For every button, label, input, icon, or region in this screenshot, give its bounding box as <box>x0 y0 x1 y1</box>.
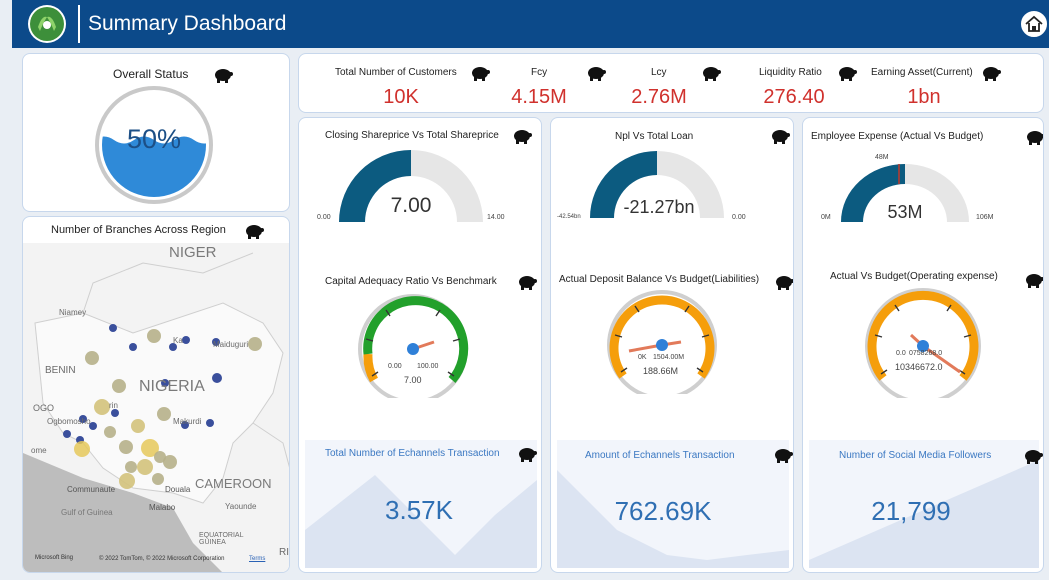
dial-min-deposit: 0K <box>638 354 647 361</box>
map-title: Number of Branches Across Region <box>51 224 226 236</box>
kpi-value-customers: 10K <box>383 86 419 108</box>
gauge-max-shareprice: 14.00 <box>487 214 505 221</box>
kpi-label-fcy: Fcy <box>531 67 548 78</box>
piggy-bank-icon[interactable] <box>701 65 721 81</box>
map-label-nigeria: NIGERIA <box>139 378 205 395</box>
map-label-benin: BENIN <box>45 365 76 376</box>
dial-value-deposit: 188.66M <box>643 366 679 376</box>
dial-title-car: Capital Adequacy Ratio Vs Benchmark <box>325 276 497 287</box>
piggy-bank-icon[interactable] <box>470 65 490 81</box>
branches-map-panel: Number of Branches Across Region NIGER N… <box>22 216 290 573</box>
map-attribution: © 2022 TomTom, © 2022 Microsoft Corporat… <box>99 556 225 562</box>
kpi-label-liquidity: Liquidity Ratio <box>759 67 822 78</box>
gauge-value-npl: -21.27bn <box>623 197 695 217</box>
gauge-min-employee-expense: 0M <box>821 214 831 221</box>
gauge-max-npl: 0.00 <box>732 214 746 221</box>
region-map[interactable] <box>23 243 290 573</box>
piggy-bank-icon[interactable] <box>1025 129 1044 145</box>
dial-gauge-deposit <box>607 290 717 394</box>
piggy-bank-icon[interactable] <box>244 223 264 239</box>
piggy-bank-icon[interactable] <box>517 274 537 290</box>
kpi-value-lcy: 2.76M <box>631 86 687 108</box>
piggy-bank-icon[interactable] <box>1023 448 1043 464</box>
dial-max-car: 100.00 <box>417 363 439 370</box>
map-label-ri: RI <box>279 547 289 558</box>
map-label-communaute: Communaute <box>67 485 116 494</box>
piggy-bank-icon[interactable] <box>981 65 1001 81</box>
bank-logo-icon <box>28 5 66 43</box>
dial-title-opex: Actual Vs Budget(Operating expense) <box>830 271 998 282</box>
dial-max-opex: 0758268.0 <box>909 350 943 357</box>
tile-value-echannels-count: 3.57K <box>385 495 453 525</box>
piggy-bank-icon[interactable] <box>512 128 532 144</box>
map-label-maiduguri: Maiduguri <box>213 340 249 349</box>
dial-title-deposit: Actual Deposit Balance Vs Budget(Liabili… <box>559 274 760 285</box>
piggy-bank-icon[interactable] <box>774 274 794 290</box>
kpi-label-customers: Total Number of Customers <box>335 67 457 78</box>
home-icon[interactable] <box>1019 9 1049 39</box>
overall-status-panel: Overall Status 50% <box>22 53 290 212</box>
kpi-label-earning-asset: Earning Asset(Current) <box>871 67 973 78</box>
map-label-gulf: Gulf of Guinea <box>61 508 113 517</box>
piggy-bank-icon[interactable] <box>773 447 793 463</box>
page-title: Summary Dashboard <box>88 12 287 35</box>
gauge-target-employee-expense: 48M <box>875 154 889 161</box>
metrics-column-1: Closing Shareprice Vs Total Shareprice 7… <box>298 117 542 573</box>
gauge-max-employee-expense: 106M <box>976 214 994 221</box>
header-bar: Summary Dashboard <box>12 0 1049 48</box>
dial-value-opex: 10346672.0 <box>895 362 943 372</box>
map-label-niamey: Niamey <box>59 308 87 317</box>
overall-status-title: Overall Status <box>113 67 189 81</box>
dial-min-car: 0.00 <box>388 363 402 370</box>
map-label-rin: rin <box>109 401 118 410</box>
piggy-bank-icon[interactable] <box>517 446 537 462</box>
gauge-value-shareprice: 7.00 <box>390 194 432 217</box>
tile-value-social-followers: 21,799 <box>871 496 951 526</box>
piggy-bank-icon[interactable] <box>586 65 606 81</box>
map-label-ogbomosho: Ogbomosho <box>47 417 91 426</box>
dial-min-opex: 0.0 <box>896 350 906 357</box>
gauge-title-employee-expense: Employee Expense (Actual Vs Budget) <box>811 131 984 142</box>
gauge-title-npl: Npl Vs Total Loan <box>615 131 694 142</box>
gauge-min-npl: -42.54bn <box>557 214 581 220</box>
piggy-bank-icon[interactable] <box>1024 272 1044 288</box>
gauge-value-employee-expense: 53M <box>887 202 923 222</box>
kpi-value-earning-asset: 1bn <box>907 86 941 108</box>
map-label-togo: OGO <box>33 403 55 413</box>
dial-value-car: 7.00 <box>404 375 422 385</box>
map-label-niger: NIGER <box>169 244 217 261</box>
piggy-bank-icon[interactable] <box>837 65 857 81</box>
bing-logo: Microsoft Bing <box>35 555 74 561</box>
map-terms-link[interactable]: Terms <box>249 556 265 562</box>
map-label-eq-guinea: EQUATORIAL GUINEA <box>199 532 244 546</box>
metrics-column-2: Npl Vs Total Loan -21.27bn -42.54bn 0.00… <box>550 117 794 573</box>
metrics-column-3: Employee Expense (Actual Vs Budget) 48M … <box>802 117 1044 573</box>
kpi-strip: Total Number of Customers 10K Fcy 4.15M … <box>298 53 1044 113</box>
kpi-value-liquidity: 276.40 <box>763 86 825 108</box>
piggy-bank-icon[interactable] <box>770 128 790 144</box>
map-label-cameroon: CAMEROON <box>195 476 272 491</box>
map-label-malabo: Malabo <box>149 503 176 512</box>
tile-title-echannels-count: Total Number of Echannels Transaction <box>325 448 500 459</box>
dial-gauge-opex <box>865 288 981 398</box>
overall-status-value: 50% <box>126 124 182 154</box>
header-separator <box>78 5 80 43</box>
map-label-yaounde: Yaounde <box>225 502 257 511</box>
tile-value-echannels-amount: 762.69K <box>614 496 712 526</box>
map-label-ka: Ka <box>173 336 183 345</box>
piggy-bank-icon[interactable] <box>213 67 233 83</box>
map-label-lome: ome <box>31 446 47 455</box>
kpi-label-lcy: Lcy <box>651 67 667 78</box>
kpi-value-fcy: 4.15M <box>511 86 567 108</box>
tile-title-echannels-amount: Amount of Echannels Transaction <box>585 450 735 461</box>
dial-max-deposit: 1504.00M <box>653 354 685 361</box>
gauge-title-shareprice: Closing Shareprice Vs Total Shareprice <box>325 130 499 141</box>
map-label-douala: Douala <box>165 485 191 494</box>
tile-title-social-followers: Number of Social Media Followers <box>839 450 992 461</box>
map-label-makurdi: Makurdi <box>173 417 202 426</box>
gauge-min-shareprice: 0.00 <box>317 214 331 221</box>
